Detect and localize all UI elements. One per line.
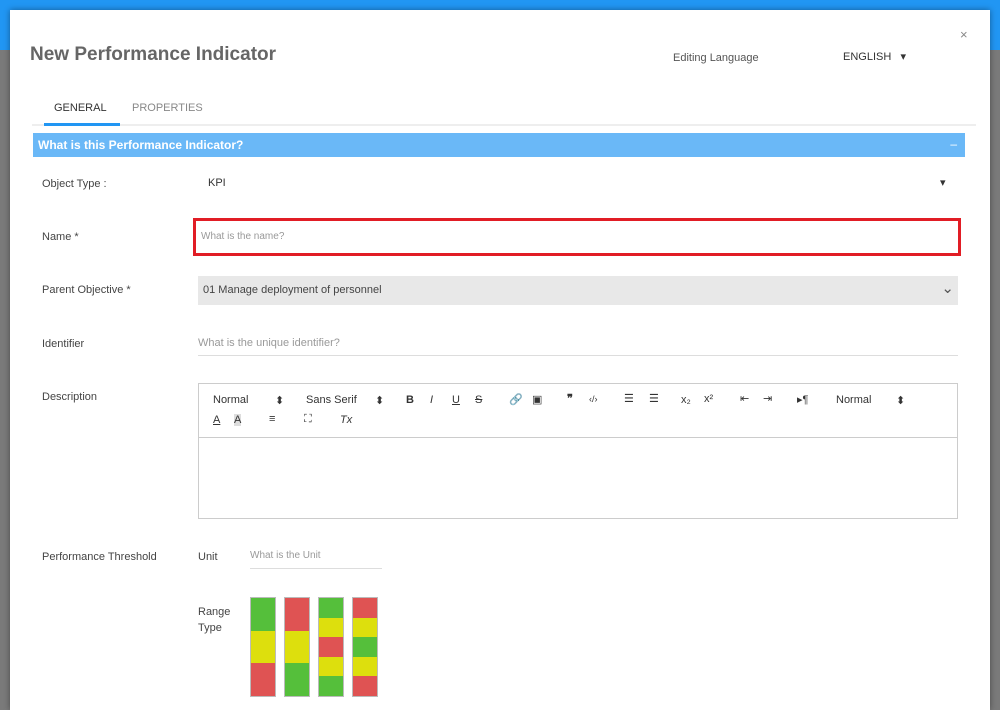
clean-format-icon[interactable]: Tx [340,414,352,426]
chevron-down-icon: ⌄ [941,280,954,297]
subscript-icon[interactable]: x₂ [681,394,691,406]
rtl-icon[interactable]: ▸¶ [797,393,808,406]
range-segment [251,663,275,696]
range-segment [353,617,377,638]
range-type-option[interactable] [284,597,310,697]
italic-icon[interactable]: I [430,394,433,406]
caret-down-icon[interactable]: ▾ [940,176,946,189]
updown-icon: ⬍ [275,395,285,407]
font-select[interactable]: Sans Serif [306,394,357,406]
blockquote-icon[interactable]: ❞ [567,392,573,405]
tab-general[interactable]: GENERAL [54,102,107,114]
superscript-icon[interactable]: x² [704,393,713,405]
language-value: ENGLISH [843,51,892,63]
ordered-list-icon[interactable]: ☰ [624,392,634,405]
performance-threshold-label: Performance Threshold [42,551,157,563]
range-segment [251,598,275,631]
link-icon[interactable]: 🔗 [509,393,523,406]
section-header[interactable]: What is this Performance Indicator? – [33,133,965,157]
range-segment [285,598,309,631]
indent-icon[interactable]: ⇥ [763,392,772,405]
align-icon[interactable]: ≡ [269,413,275,425]
image-icon[interactable]: ▣ [532,393,542,406]
dialog-title: New Performance Indicator [30,44,277,65]
strike-icon[interactable]: S [475,394,482,406]
new-performance-indicator-dialog: New Performance Indicator × Editing Lang… [10,10,990,710]
range-segment [319,676,343,696]
parent-objective-label: Parent Objective * [42,284,131,296]
close-icon[interactable]: × [960,27,968,42]
tab-bar: GENERAL PROPERTIES [32,90,976,126]
code-block-icon[interactable]: ‹/› [589,394,598,404]
name-label: Name * [42,231,79,243]
parent-objective-select[interactable]: 01 Manage deployment of personnel ⌄ [198,276,958,305]
range-segment [285,630,309,664]
range-segment [353,656,377,677]
collapse-icon[interactable]: – [950,137,957,151]
unit-input[interactable]: What is the Unit [250,543,382,569]
editor-content[interactable] [199,438,957,518]
updown-icon: ⬍ [896,395,906,407]
editor-toolbar: Normal ⬍ Sans Serif ⬍ B I U S 🔗 ▣ ❞ ‹/› … [199,384,957,438]
range-type-option[interactable] [250,597,276,697]
language-select[interactable]: ENGLISH ▾ [843,50,906,63]
description-editor: Normal ⬍ Sans Serif ⬍ B I U S 🔗 ▣ ❞ ‹/› … [198,383,958,519]
section-title: What is this Performance Indicator? [38,138,244,152]
fullscreen-icon[interactable]: ⛶ [304,413,312,426]
parent-objective-value: 01 Manage deployment of personnel [203,284,382,296]
text-color-icon[interactable]: A [213,414,220,426]
range-segment [285,663,309,696]
range-segment [319,617,343,638]
caret-down-icon: ▾ [900,51,906,63]
range-segment [319,598,343,618]
object-type-value[interactable]: KPI [208,177,226,189]
outdent-icon[interactable]: ⇤ [740,392,749,405]
range-type-label: Range Type [198,606,231,634]
underline-icon[interactable]: U [452,394,460,406]
object-type-label: Object Type : [42,178,107,190]
editing-language-label: Editing Language [673,52,759,64]
range-segment [319,637,343,657]
updown-icon: ⬍ [375,395,385,407]
header-select[interactable]: Normal [213,394,248,406]
bullet-list-icon[interactable]: ☰ [649,392,659,405]
identifier-label: Identifier [42,338,85,350]
range-segment [251,630,275,664]
tab-properties[interactable]: PROPERTIES [132,102,203,114]
background-color-icon[interactable]: A [234,414,242,426]
size-select[interactable]: Normal [836,394,871,406]
description-label: Description [42,391,98,403]
range-segment [353,637,377,657]
name-input[interactable]: What is the name? [193,218,961,256]
bold-icon[interactable]: B [406,394,414,406]
range-segment [353,676,377,696]
range-segment [353,598,377,618]
range-type-option[interactable] [352,597,378,697]
unit-label: Unit [198,551,218,563]
range-segment [319,656,343,677]
identifier-input[interactable]: What is the unique identifier? [198,330,958,356]
range-type-option[interactable] [318,597,344,697]
active-tab-indicator [44,123,120,126]
